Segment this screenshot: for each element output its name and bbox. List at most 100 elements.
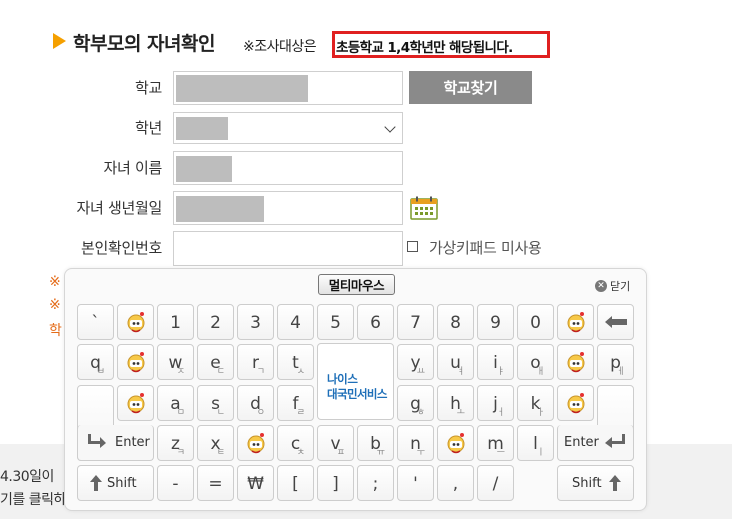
key-label: 9 — [490, 313, 501, 333]
key-d[interactable]: dㅇ — [237, 385, 274, 421]
key-label: q — [90, 353, 101, 373]
key-2[interactable]: 1 — [157, 304, 194, 340]
key-label: 1 — [170, 313, 181, 333]
key-w[interactable]: wㅈ — [157, 344, 194, 380]
keyboard-close-button[interactable]: ✕ 닫기 — [595, 278, 630, 294]
key-label: 7 — [410, 313, 421, 333]
random-blank-key[interactable] — [237, 425, 274, 461]
key-h[interactable]: hㅗ — [437, 385, 474, 421]
close-label: 닫기 — [610, 280, 631, 293]
multi-mouse-button[interactable]: 멀티마우스 — [318, 274, 395, 295]
verify-code-input[interactable] — [173, 231, 403, 266]
random-blank-key[interactable] — [557, 344, 594, 380]
key-symbol[interactable]: ; — [357, 465, 394, 501]
random-blank-key[interactable] — [437, 425, 474, 461]
random-blank-key[interactable] — [117, 385, 154, 421]
mascot-icon — [126, 392, 146, 414]
key-label: c — [290, 434, 301, 454]
key-hangul: ㄷ — [216, 367, 225, 377]
key-label: a — [170, 394, 181, 414]
key-symbol[interactable]: ' — [397, 465, 434, 501]
key-t[interactable]: tㅅ — [277, 344, 314, 380]
enter-label: Enter — [115, 435, 150, 450]
random-blank-key[interactable] — [117, 304, 154, 340]
virtual-keypad-checkbox[interactable] — [407, 241, 418, 252]
grade-label: 학년 — [134, 119, 162, 137]
random-blank-key[interactable] — [557, 385, 594, 421]
key-7[interactable]: 6 — [357, 304, 394, 340]
key-11[interactable]: 0 — [517, 304, 554, 340]
title-arrow-icon — [53, 33, 66, 49]
child-birth-input[interactable] — [173, 191, 403, 225]
key-j[interactable]: jㅓ — [477, 385, 514, 421]
key-symbol[interactable]: = — [197, 465, 234, 501]
verify-code-label: 본인확인번호 — [80, 239, 162, 257]
find-school-button[interactable]: 학교찾기 — [409, 71, 532, 104]
enter-key-right[interactable]: Enter — [557, 425, 634, 461]
key-e[interactable]: eㄷ — [197, 344, 234, 380]
chevron-down-icon — [384, 121, 396, 133]
key-s[interactable]: sㄴ — [197, 385, 234, 421]
key-10[interactable]: 9 — [477, 304, 514, 340]
random-blank-key[interactable] — [557, 304, 594, 340]
mascot-icon — [566, 311, 586, 333]
key-u[interactable]: uㅕ — [437, 344, 474, 380]
key-label: [ — [292, 474, 299, 494]
random-blank-key[interactable] — [117, 344, 154, 380]
key-6[interactable]: 5 — [317, 304, 354, 340]
key-symbol[interactable]: ₩ — [237, 465, 274, 501]
enter-key-left[interactable]: Enter — [77, 425, 154, 461]
key-q[interactable]: qㅂ — [77, 344, 114, 380]
key-label: 5 — [330, 313, 341, 333]
key-f[interactable]: fㄹ — [277, 385, 314, 421]
key-3[interactable]: 2 — [197, 304, 234, 340]
key-hangul: ㅍ — [336, 448, 345, 458]
key-hangul: ㄹ — [296, 408, 305, 418]
masked-value — [176, 196, 264, 222]
key-label: 0 — [530, 313, 541, 333]
key-hangul: ㄱ — [256, 367, 265, 377]
key-label: e — [210, 353, 221, 373]
key-hangul: ㅁ — [176, 408, 185, 418]
calendar-icon[interactable] — [410, 196, 438, 220]
mascot-icon — [566, 392, 586, 414]
key-a[interactable]: aㅁ — [157, 385, 194, 421]
key-4[interactable]: 3 — [237, 304, 274, 340]
key-o[interactable]: oㅐ — [517, 344, 554, 380]
key-p[interactable]: pㅔ — [597, 344, 634, 380]
key-symbol[interactable]: ] — [317, 465, 354, 501]
key-symbol[interactable]: / — [477, 465, 514, 501]
key-0[interactable]: ` — [77, 304, 114, 340]
key-z[interactable]: zㅋ — [157, 425, 194, 461]
key-hangul: ㅛ — [416, 367, 425, 377]
grade-select[interactable] — [173, 112, 403, 144]
school-input[interactable] — [173, 71, 403, 105]
key-9[interactable]: 8 — [437, 304, 474, 340]
key-hangul: ㅡ — [496, 448, 505, 458]
key-m[interactable]: mㅡ — [477, 425, 514, 461]
key-c[interactable]: cㅊ — [277, 425, 314, 461]
key-n[interactable]: nㅜ — [397, 425, 434, 461]
shift-key-left[interactable]: Shift — [77, 465, 154, 501]
key-g[interactable]: gㅎ — [397, 385, 434, 421]
key-hangul: ㅠ — [376, 448, 385, 458]
key-b[interactable]: bㅠ — [357, 425, 394, 461]
backspace-key[interactable] — [597, 304, 634, 340]
key-symbol[interactable]: - — [157, 465, 194, 501]
key-symbol[interactable]: , — [437, 465, 474, 501]
key-hangul: ㅓ — [496, 408, 505, 418]
child-name-input[interactable] — [173, 151, 403, 185]
key-v[interactable]: vㅍ — [317, 425, 354, 461]
key-r[interactable]: rㄱ — [237, 344, 274, 380]
key-l[interactable]: lㅣ — [517, 425, 554, 461]
shift-key-right[interactable]: Shift — [557, 465, 634, 501]
key-i[interactable]: iㅑ — [477, 344, 514, 380]
key-8[interactable]: 7 — [397, 304, 434, 340]
key-5[interactable]: 4 — [277, 304, 314, 340]
key-y[interactable]: yㅛ — [397, 344, 434, 380]
key-symbol[interactable]: [ — [277, 465, 314, 501]
key-k[interactable]: kㅏ — [517, 385, 554, 421]
key-label: g — [410, 394, 421, 414]
shift-arrow-icon — [609, 475, 621, 495]
key-x[interactable]: xㅌ — [197, 425, 234, 461]
